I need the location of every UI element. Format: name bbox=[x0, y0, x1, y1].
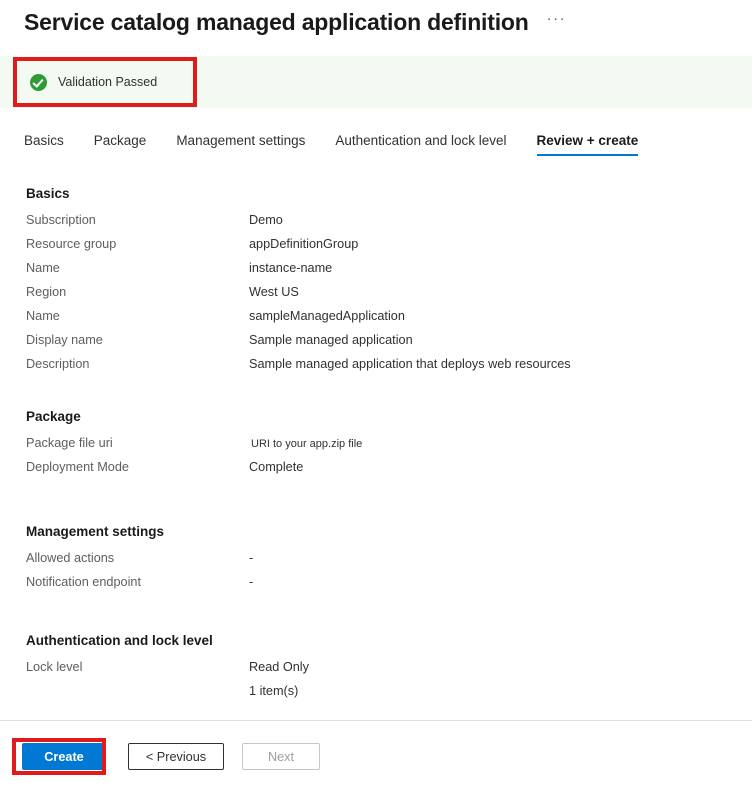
summary-value: - bbox=[249, 551, 254, 565]
section-authentication-rows: Lock level Read Only 1 item(s) bbox=[0, 660, 752, 708]
page-title: Service catalog managed application defi… bbox=[24, 9, 529, 35]
review-summary: Basics Subscription Demo Resource group … bbox=[0, 186, 752, 708]
summary-value: Read Only bbox=[249, 660, 309, 674]
section-management-settings: Management settings Allowed actions - No… bbox=[0, 524, 752, 599]
summary-label: Name bbox=[26, 309, 60, 323]
summary-value: Sample managed application that deploys … bbox=[249, 357, 571, 371]
summary-row: Description Sample managed application t… bbox=[0, 357, 752, 381]
summary-label: Deployment Mode bbox=[26, 460, 129, 474]
page-header: Service catalog managed application defi… bbox=[24, 4, 752, 40]
section-title-authentication-and-lock-level: Authentication and lock level bbox=[26, 633, 213, 648]
summary-row: Allowed actions - bbox=[0, 551, 752, 575]
section-basics: Basics Subscription Demo Resource group … bbox=[0, 186, 752, 381]
summary-value: appDefinitionGroup bbox=[249, 237, 359, 251]
summary-row: Name sampleManagedApplication bbox=[0, 309, 752, 333]
summary-value: West US bbox=[249, 285, 299, 299]
summary-label: Notification endpoint bbox=[26, 575, 141, 589]
create-button[interactable]: Create bbox=[22, 743, 106, 770]
section-title-management-settings: Management settings bbox=[26, 524, 165, 539]
summary-label: Description bbox=[26, 357, 90, 371]
summary-value: URI to your app.zip file bbox=[251, 438, 363, 450]
summary-value: sampleManagedApplication bbox=[249, 309, 405, 323]
wizard-tabs: Basics Package Management settings Authe… bbox=[24, 133, 668, 165]
tab-authentication-and-lock-level[interactable]: Authentication and lock level bbox=[335, 133, 506, 156]
summary-row: Lock level Read Only bbox=[0, 660, 752, 684]
summary-value: Sample managed application bbox=[249, 333, 413, 347]
summary-label: Allowed actions bbox=[26, 551, 115, 565]
tab-management-settings[interactable]: Management settings bbox=[176, 133, 305, 156]
validation-banner: Validation Passed bbox=[0, 56, 752, 108]
summary-value: instance-name bbox=[249, 261, 333, 275]
summary-row: 1 item(s) bbox=[0, 684, 752, 708]
more-options-icon[interactable]: ··· bbox=[547, 11, 567, 30]
summary-label: Name bbox=[26, 261, 60, 275]
summary-label: Subscription bbox=[26, 213, 96, 227]
next-button: Next bbox=[242, 743, 320, 770]
footer-divider bbox=[0, 720, 752, 721]
section-title-basics: Basics bbox=[26, 186, 70, 201]
summary-label: Resource group bbox=[26, 237, 117, 251]
summary-value: - bbox=[249, 575, 254, 589]
section-title-package: Package bbox=[26, 409, 81, 424]
section-basics-rows: Subscription Demo Resource group appDefi… bbox=[0, 213, 752, 381]
summary-row: Region West US bbox=[0, 285, 752, 309]
summary-value: Complete bbox=[249, 460, 304, 474]
summary-label: Package file uri bbox=[26, 436, 113, 450]
summary-value-item-count: 1 item(s) bbox=[249, 684, 299, 698]
section-authentication-and-lock-level: Authentication and lock level Lock level… bbox=[0, 633, 752, 708]
validation-banner-content: Validation Passed bbox=[30, 73, 158, 91]
section-package: Package Package file uri URI to your app… bbox=[0, 409, 752, 484]
tab-basics[interactable]: Basics bbox=[24, 133, 64, 156]
summary-row: Resource group appDefinitionGroup bbox=[0, 237, 752, 261]
tab-package[interactable]: Package bbox=[94, 133, 147, 156]
summary-row: Display name Sample managed application bbox=[0, 333, 752, 357]
summary-label: Display name bbox=[26, 333, 103, 347]
summary-label: Region bbox=[26, 285, 67, 299]
tab-review-create[interactable]: Review + create bbox=[536, 133, 638, 156]
section-package-rows: Package file uri URI to your app.zip fil… bbox=[0, 436, 752, 484]
summary-row: Package file uri URI to your app.zip fil… bbox=[0, 436, 752, 460]
summary-label: Lock level bbox=[26, 660, 83, 674]
wizard-footer: Create < Previous Next bbox=[22, 743, 320, 770]
summary-value: Demo bbox=[249, 213, 283, 227]
summary-row: Notification endpoint - bbox=[0, 575, 752, 599]
previous-button[interactable]: < Previous bbox=[128, 743, 224, 770]
section-management-settings-rows: Allowed actions - Notification endpoint … bbox=[0, 551, 752, 599]
summary-row: Name instance-name bbox=[0, 261, 752, 285]
summary-row: Subscription Demo bbox=[0, 213, 752, 237]
validation-status-text: Validation Passed bbox=[58, 75, 158, 89]
summary-row: Deployment Mode Complete bbox=[0, 460, 752, 484]
check-circle-icon bbox=[30, 73, 47, 91]
